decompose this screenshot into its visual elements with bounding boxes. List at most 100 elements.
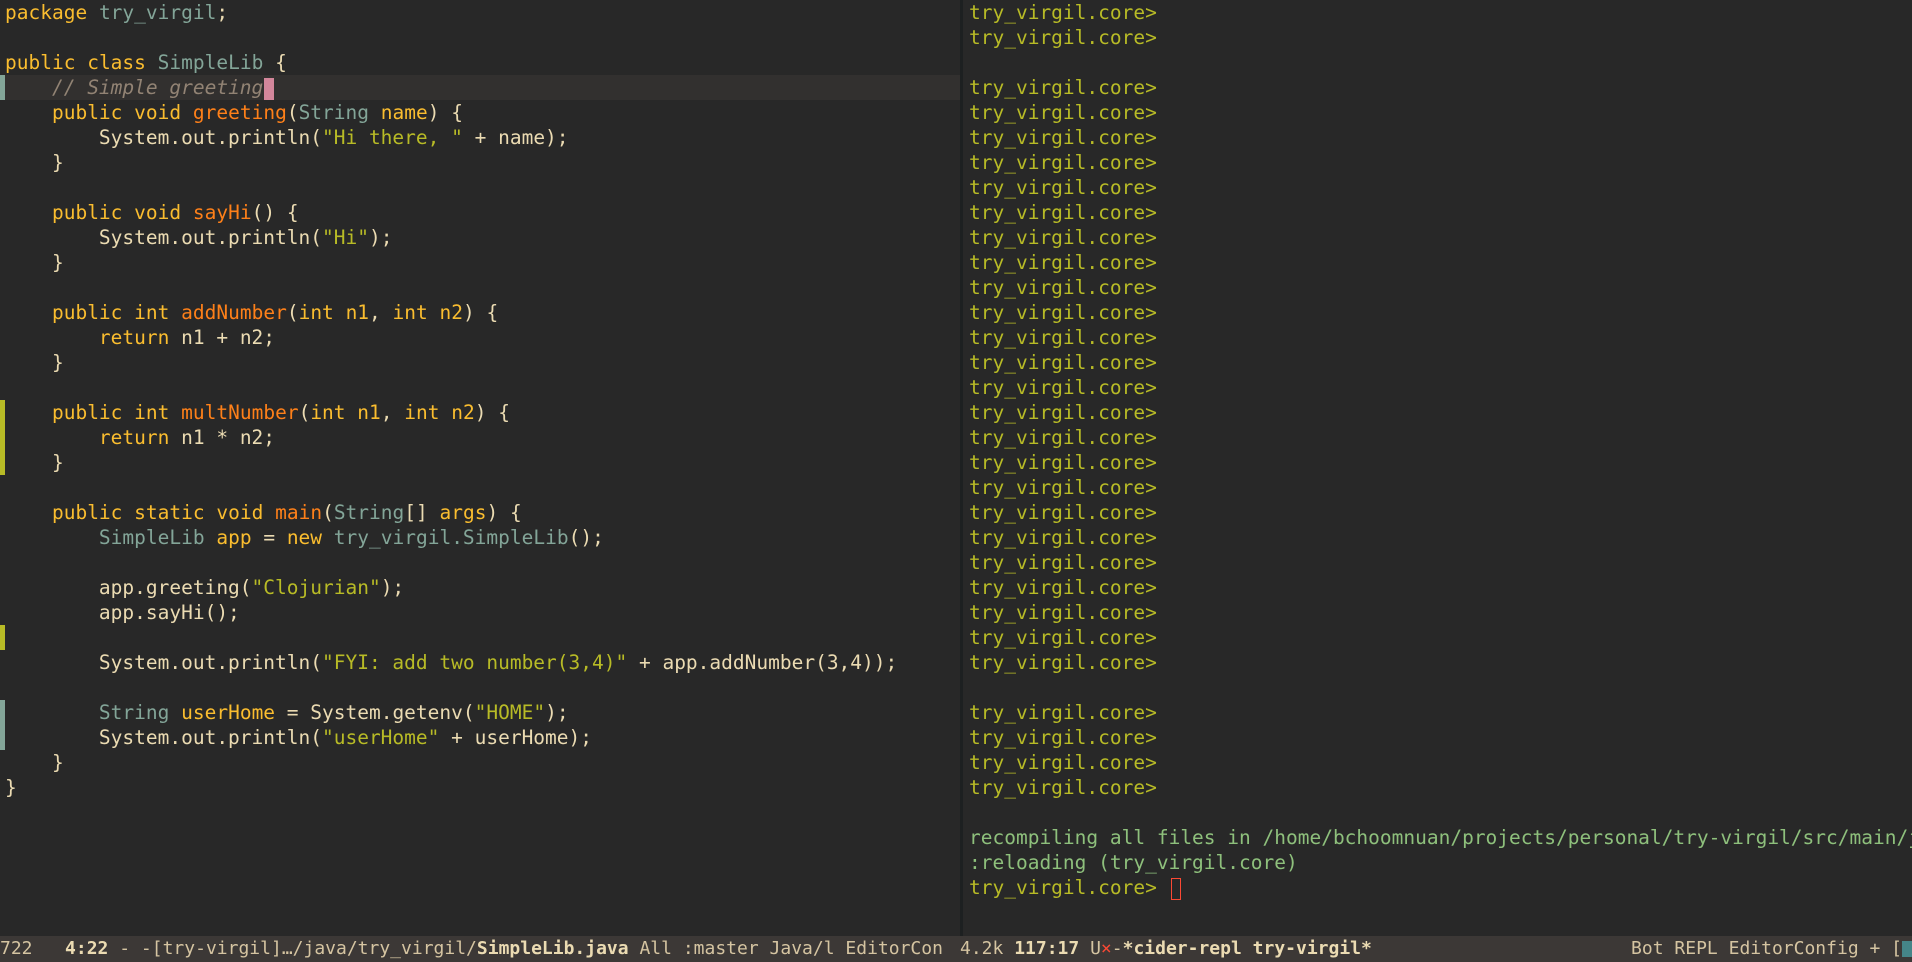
git-gutter-modified: [0, 725, 5, 750]
major-mode[interactable]: Java/l: [770, 938, 835, 959]
repl-recompile-message: recompiling all files in /home/bchoomnua…: [969, 826, 1912, 849]
repl-prompt-line: try_virgil.core>: [969, 301, 1157, 324]
repl-prompt-line: try_virgil.core>: [969, 1, 1157, 24]
code-line-5[interactable]: public void greeting(String name) {: [0, 100, 960, 125]
repl-prompt-line: try_virgil.core>: [969, 526, 1157, 549]
code-line-25[interactable]: app.sayHi();: [0, 600, 960, 625]
text-cursor: [264, 77, 275, 100]
code-line-18[interactable]: return n1 * n2;: [0, 425, 960, 450]
file-name[interactable]: SimpleLib.java: [477, 938, 629, 959]
code-line-3[interactable]: public class SimpleLib {: [0, 50, 960, 75]
code-area[interactable]: package try_virgil; public class SimpleL…: [0, 0, 960, 800]
code-line-20[interactable]: [0, 475, 960, 500]
scroll-position: Bot: [1631, 938, 1664, 959]
git-branch[interactable]: :master: [683, 938, 759, 959]
repl-prompt-line: try_virgil.core>: [969, 776, 1157, 799]
code-line-29[interactable]: String userHome = System.getenv("HOME");: [0, 700, 960, 725]
cursor-position: 117:17: [1014, 938, 1080, 959]
repl-prompt-line: try_virgil.core>: [969, 151, 1157, 174]
code-line-28[interactable]: [0, 675, 960, 700]
repl-prompt-line: try_virgil.core>: [969, 551, 1157, 574]
repl-cursor: [1170, 877, 1181, 900]
code-line-8[interactable]: [0, 175, 960, 200]
code-line-14[interactable]: return n1 + n2;: [0, 325, 960, 350]
repl-prompt-line: try_virgil.core>: [969, 326, 1157, 349]
repl-prompt-line: try_virgil.core>: [969, 101, 1157, 124]
project-name[interactable]: -[try-virgil]: [141, 938, 282, 959]
code-line-24[interactable]: app.greeting("Clojurian");: [0, 575, 960, 600]
repl-prompt-line: try_virgil.core>: [969, 401, 1157, 424]
minor-modes[interactable]: EditorConfig + [: [1729, 938, 1902, 959]
repl-prompt-line: try_virgil.core>: [969, 651, 1157, 674]
code-line-21[interactable]: public static void main(String[] args) {: [0, 500, 960, 525]
repl-blank-line: [963, 50, 1912, 75]
code-line-26[interactable]: [0, 625, 960, 650]
code-line-32[interactable]: }: [0, 775, 960, 800]
repl-prompt-line: try_virgil.core>: [969, 376, 1157, 399]
code-line-15[interactable]: }: [0, 350, 960, 375]
repl-prompt-line: try_virgil.core>: [969, 476, 1157, 499]
repl-blank-line: [963, 675, 1912, 700]
repl-prompt-line: try_virgil.core>: [969, 576, 1157, 599]
code-line-9[interactable]: public void sayHi() {: [0, 200, 960, 225]
git-gutter-modified: [0, 700, 5, 725]
repl-prompt-line: try_virgil.core>: [969, 351, 1157, 374]
code-line-22[interactable]: SimpleLib app = new try_virgil.SimpleLib…: [0, 525, 960, 550]
repl-prompt-line: try_virgil.core>: [969, 451, 1157, 474]
code-line-6[interactable]: System.out.println("Hi there, " + name);: [0, 125, 960, 150]
git-gutter-modified: [0, 75, 5, 100]
code-line-31[interactable]: }: [0, 750, 960, 775]
emacs-frame: package try_virgil; public class SimpleL…: [0, 0, 1912, 962]
repl-prompt-line: try_virgil.core>: [969, 126, 1157, 149]
git-gutter-added: [0, 400, 5, 425]
buffer-size: 722: [0, 938, 33, 959]
code-line-1[interactable]: package try_virgil;: [0, 0, 960, 25]
repl-prompt-line: try_virgil.core>: [969, 426, 1157, 449]
code-line-2[interactable]: [0, 25, 960, 50]
repl-prompt-line: try_virgil.core>: [969, 751, 1157, 774]
major-mode[interactable]: REPL: [1674, 938, 1717, 959]
repl-blank-line: [963, 800, 1912, 825]
repl-prompt-line: try_virgil.core>: [969, 226, 1157, 249]
scroll-position: All: [639, 938, 672, 959]
repl-active-prompt[interactable]: try_virgil.core>: [963, 875, 1912, 900]
code-line-30[interactable]: System.out.println("userHome" + userHome…: [0, 725, 960, 750]
cursor-position: 4:22: [65, 938, 109, 959]
modeline-repl: 4.2k 117:17 U×-*cider-repl try-virgil* Bo…: [960, 936, 1912, 962]
code-line-4-current[interactable]: // Simple greeting: [0, 75, 960, 100]
code-line-7[interactable]: }: [0, 150, 960, 175]
modeline-indicator-icon: [1902, 941, 1912, 957]
code-line-13[interactable]: public int addNumber(int n1, int n2) {: [0, 300, 960, 325]
code-line-23[interactable]: [0, 550, 960, 575]
git-gutter-added: [0, 450, 5, 475]
buffer-name[interactable]: *cider-repl try-virgil*: [1123, 938, 1372, 959]
code-line-19[interactable]: }: [0, 450, 960, 475]
code-line-17[interactable]: public int multNumber(int n1, int n2) {: [0, 400, 960, 425]
cider-repl-pane[interactable]: try_virgil.core> try_virgil.core> try_vir…: [963, 0, 1912, 936]
code-line-16[interactable]: [0, 375, 960, 400]
repl-prompt-line: try_virgil.core>: [969, 176, 1157, 199]
buffer-state: -: [119, 938, 131, 959]
minor-modes[interactable]: EditorCon: [845, 938, 943, 959]
repl-prompt-line: try_virgil.core>: [969, 501, 1157, 524]
repl-prompt-line: try_virgil.core>: [969, 276, 1157, 299]
repl-prompt-line: try_virgil.core>: [969, 76, 1157, 99]
repl-prompt-line: try_virgil.core>: [969, 601, 1157, 624]
repl-prompt-line: try_virgil.core>: [969, 701, 1157, 724]
java-editor-pane[interactable]: package try_virgil; public class SimpleL…: [0, 0, 960, 936]
buffer-size: 4.2k: [960, 938, 1004, 959]
code-line-27[interactable]: System.out.println("FYI: add two number(…: [0, 650, 960, 675]
repl-prompt-line: try_virgil.core>: [969, 726, 1157, 749]
code-line-10[interactable]: System.out.println("Hi");: [0, 225, 960, 250]
repl-output[interactable]: try_virgil.core> try_virgil.core> try_vir…: [963, 0, 1912, 900]
repl-prompt-line: try_virgil.core>: [969, 26, 1157, 49]
modeline-right-segment: Bot REPL EditorConfig + [: [1631, 936, 1912, 962]
code-line-11[interactable]: }: [0, 250, 960, 275]
buffer-flags: U×-: [1090, 938, 1123, 959]
repl-prompt-line: try_virgil.core>: [969, 201, 1157, 224]
modeline-editor: 722 4:22 - -[try-virgil]…/java/try_virgi…: [0, 936, 960, 962]
git-gutter-added: [0, 425, 5, 450]
file-path[interactable]: …/java/try_virgil/: [282, 938, 477, 959]
git-gutter-added: [0, 625, 5, 650]
code-line-12[interactable]: [0, 275, 960, 300]
